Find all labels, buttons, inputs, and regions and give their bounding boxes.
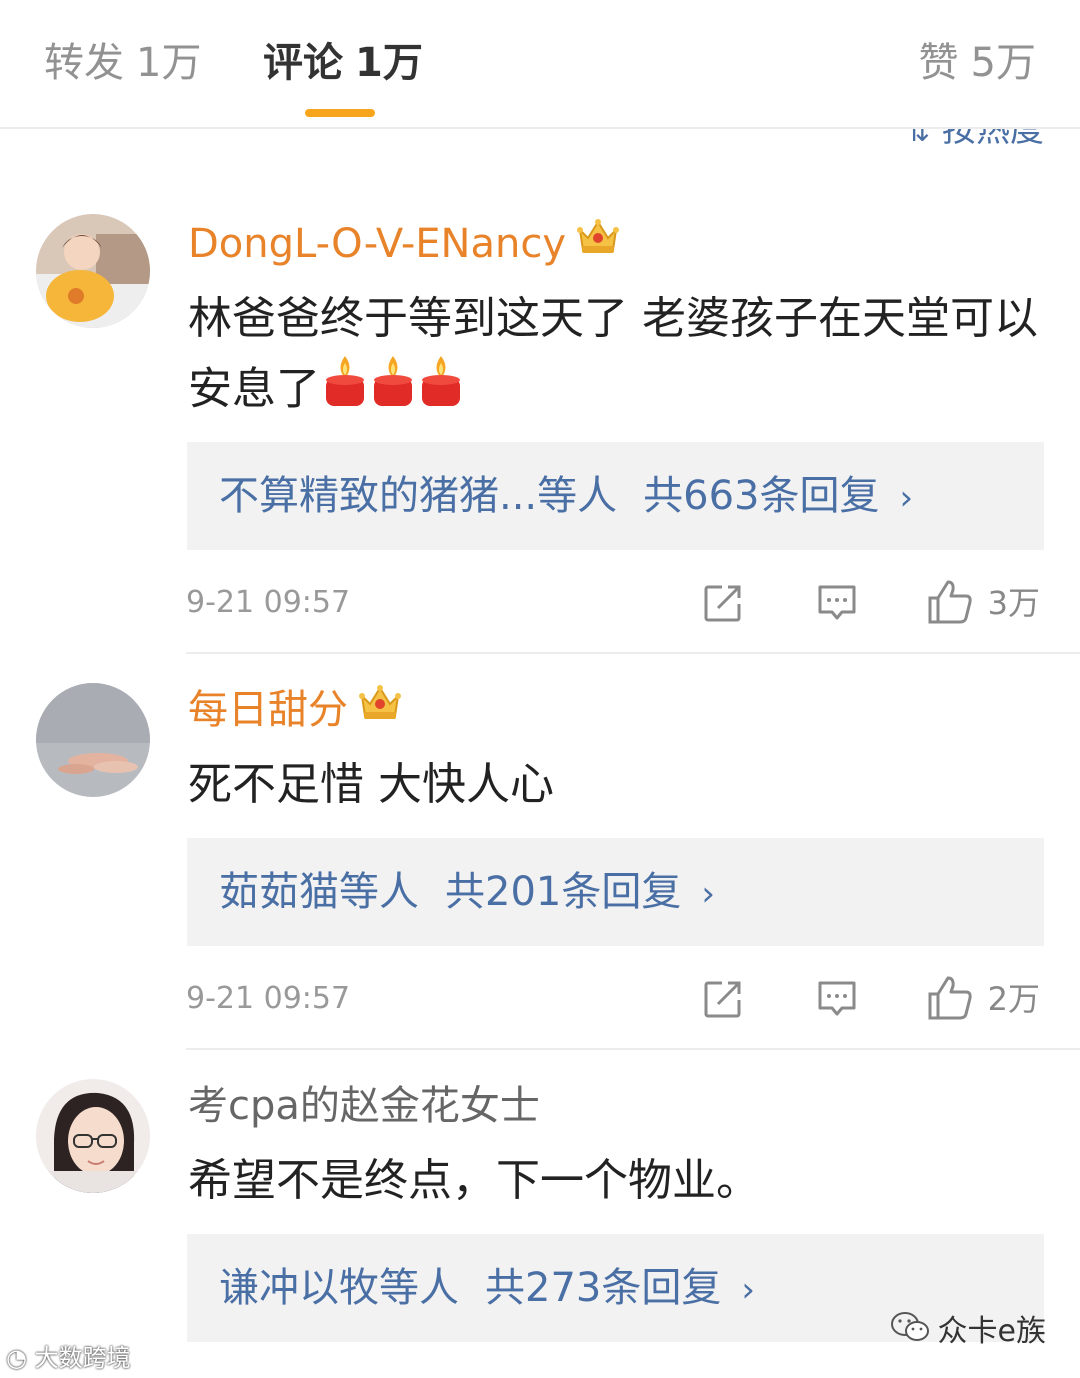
avatar[interactable] [36, 1079, 150, 1193]
reply-preview: 不算精致的猪猪...等人 [219, 473, 618, 519]
watermark-right: 众卡e族 [890, 1310, 1046, 1355]
reply-summary[interactable]: 不算精致的猪猪...等人 共663条回复 › [187, 442, 1044, 550]
reply-total: 共201条回复 [445, 869, 682, 915]
comment-text-content: 死不足惜 大快人心 [188, 759, 554, 810]
comment-icon[interactable] [816, 978, 858, 1024]
username-text: 每日甜分 [188, 687, 348, 733]
share-icon[interactable] [702, 582, 744, 628]
comment-text-content: 林爸爸终于等到这天了 老婆孩子在天堂可以安息了 [188, 293, 1038, 415]
comment-meta: 9-21 09:57 3万 [186, 578, 1044, 628]
chevron-right-icon: › [741, 1270, 755, 1310]
vip-crown-icon [358, 682, 402, 735]
reply-total: 共273条回复 [485, 1265, 722, 1311]
comment-text: 希望不是终点，下一个物业。 [188, 1146, 1048, 1216]
candle-emoji-icon [370, 354, 416, 429]
like-icon[interactable] [926, 974, 974, 1026]
chevron-right-icon: › [899, 478, 914, 518]
weibo-logo-icon: ◔ [6, 1344, 27, 1372]
avatar[interactable] [36, 683, 150, 797]
username[interactable]: 考cpa的赵金花女士 [188, 1080, 540, 1132]
reply-preview: 茹茹猫等人 [219, 869, 419, 915]
reply-preview: 谦冲以牧等人 [219, 1265, 459, 1311]
candle-emoji-icon [418, 354, 464, 429]
reply-total: 共663条回复 [643, 473, 880, 519]
wechat-icon [890, 1310, 930, 1355]
reply-summary[interactable]: 茹茹猫等人 共201条回复 › [187, 838, 1044, 946]
tab-bar-layer: 转发 1万 评论 1万 赞 5万 [0, 0, 1080, 127]
vip-crown-icon [576, 216, 620, 269]
comment-text: 林爸爸终于等到这天了 老婆孩子在天堂可以安息了 [188, 284, 1048, 429]
tab-like-label: 赞 [918, 40, 959, 86]
tab-like-count: 5万 [970, 40, 1036, 86]
watermark-left-text: 大数跨境 [34, 1344, 131, 1372]
watermark-left: ◔ 大数跨境 [6, 1342, 131, 1374]
comment-text: 死不足惜 大快人心 [188, 750, 1048, 820]
watermark-right-text: 众卡e族 [937, 1314, 1046, 1349]
divider [186, 1048, 1080, 1050]
comment-time: 9-21 09:57 [186, 981, 351, 1016]
active-tab-indicator [305, 109, 375, 117]
username-text: 考cpa的赵金花女士 [188, 1083, 540, 1129]
username[interactable]: DongL-O-V-ENancy [188, 218, 620, 270]
share-icon[interactable] [702, 978, 744, 1024]
tab-comment-count: 1万 [355, 40, 423, 86]
comment-icon[interactable] [816, 582, 858, 628]
like-count: 2万 [987, 980, 1040, 1018]
chevron-right-icon: › [701, 874, 715, 914]
divider [186, 652, 1080, 654]
tab-repost-visible[interactable]: 转发 1万 [44, 36, 201, 90]
comment-meta: 9-21 09:57 2万 [186, 974, 1044, 1024]
candle-emoji-icon [322, 354, 368, 429]
comments-page: 转发1万 评论1万 赞5万 ⇅按热度 转发1万 评论1万 赞5万 [0, 0, 1080, 1378]
comment-text-content: 希望不是终点，下一个物业。 [188, 1155, 760, 1206]
tab-repost-label: 转发 [44, 40, 124, 86]
like-count: 3万 [987, 584, 1040, 622]
tab-comment-visible[interactable]: 评论 1万 [263, 36, 423, 90]
tab-comment-label: 评论 [263, 40, 343, 86]
username-text: DongL-O-V-ENancy [188, 221, 567, 267]
like-icon[interactable] [926, 578, 974, 630]
comment-time: 9-21 09:57 [186, 585, 351, 620]
tab-repost-count: 1万 [136, 40, 202, 86]
tab-like-visible[interactable]: 赞 5万 [919, 36, 1036, 90]
avatar[interactable] [36, 214, 150, 328]
username[interactable]: 每日甜分 [188, 684, 402, 736]
